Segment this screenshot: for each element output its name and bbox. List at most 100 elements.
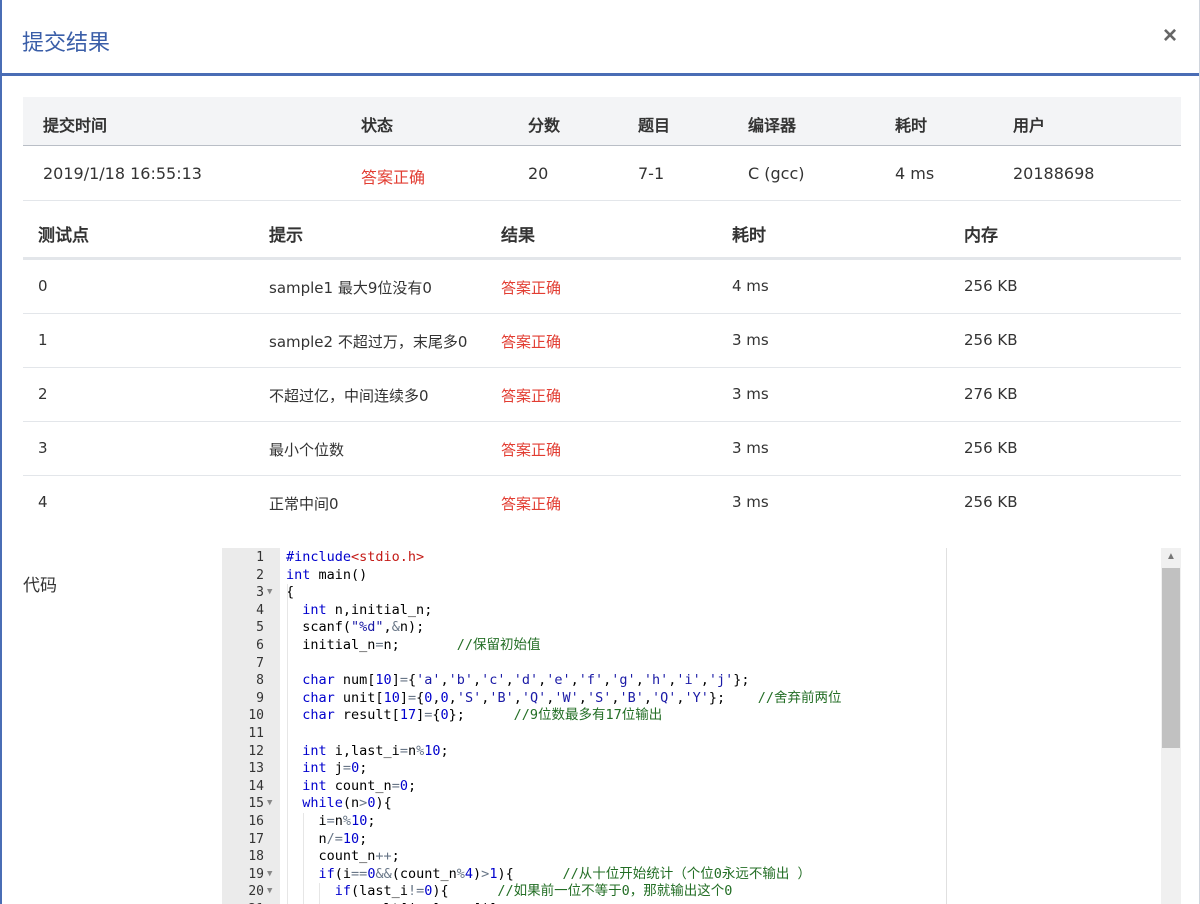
compiler: C (gcc) [748,164,805,183]
case-memory: 256 KB [964,439,1018,457]
status-accepted: 答案正确 [361,168,426,187]
case-hint: 最小个位数 [269,441,345,459]
case-result: 答案正确 [501,387,562,405]
fold-arrow-icon[interactable]: ▼ [267,883,272,901]
code-scrollbar[interactable]: ▲ [1161,548,1181,904]
indent-guide [303,813,304,904]
case-id: 0 [38,277,48,295]
code-text: int main() [286,566,368,583]
line-number: 1 [256,550,264,565]
line-number: 12 [248,743,264,759]
code-label: 代码 [23,576,57,596]
code-text: if(i==0&&(count_n%4)>1){ //从十位开始统计（个位0永远… [318,865,811,882]
code-text: char unit[10]={0,0,'S','B','Q','W','S','… [302,689,842,706]
code-text: int j=0; [302,760,368,777]
case-memory: 256 KB [964,331,1018,349]
dialog-title: 提交结果 [22,31,111,56]
case-hint: sample2 不超过万，末尾多0 [269,333,468,351]
fold-arrow-icon[interactable]: ▼ [267,795,272,813]
case-result: 答案正确 [501,495,562,513]
code-line: 15 ▼ while(n>0){ [222,795,946,813]
header-result: 结果 [501,226,535,246]
line-number: 13 [248,761,264,777]
header-memory: 内存 [964,226,998,246]
line-number: 4 [256,602,264,618]
code-text: char num[10]={'a','b','c','d','e','f','g… [302,672,750,689]
summary-row: 2019/1/18 16:55:13 答案正确 20 7-1 C (gcc) 4… [23,146,1181,201]
code-text: int i,last_i=n%10; [302,742,449,759]
case-time: 3 ms [732,439,769,457]
code-line: 9 char unit[10]={0,0,'S','B','Q','W','S'… [222,689,946,708]
case-memory: 256 KB [964,493,1018,511]
line-number: 6 [256,638,264,653]
line-number: 3 [256,585,264,601]
line-number: 2 [256,567,264,583]
line-number: 20 [248,884,264,900]
submission-summary-table: 提交时间 状态 分数 题目 编译器 耗时 用户 2019/1/18 16:55:… [23,97,1181,201]
header-status: 状态 [361,116,394,135]
header-case-time: 耗时 [732,226,766,246]
scroll-up-arrow-icon[interactable]: ▲ [1161,548,1181,566]
case-result: 答案正确 [501,333,562,351]
code-line: 2 int main() [222,566,946,585]
summary-header-row: 提交时间 状态 分数 题目 编译器 耗时 用户 [23,97,1181,146]
header-compiler: 编译器 [748,116,797,135]
line-number: 8 [256,673,264,689]
case-hint: 不超过亿，中间连续多0 [269,387,429,405]
case-result: 答案正确 [501,441,562,459]
case-time: 3 ms [732,385,769,403]
test-case-row: 0 sample1 最大9位没有0 答案正确 4 ms 256 KB [23,260,1181,314]
score: 20 [528,164,549,183]
case-time: 3 ms [732,331,769,349]
submission-result-dialog: 提交结果 × 提交时间 状态 分数 题目 编译器 耗时 用户 2019/1/18… [0,0,1200,904]
case-result: 答案正确 [501,279,562,297]
code-text: n/=10; [286,830,368,847]
code-line: 14 int count_n=0; [222,777,946,796]
case-time: 4 ms [732,277,769,295]
code-line: 5 scanf("%d",&n); [222,619,946,637]
code-line: 16 i=n%10; [222,813,946,831]
test-case-row: 3 最小个位数 答案正确 3 ms 256 KB [23,422,1181,476]
case-time: 3 ms [732,493,769,511]
problem-id[interactable]: 7-1 [638,164,664,183]
user[interactable]: 20188698 [1013,164,1094,183]
line-number: 15 [248,796,264,812]
fold-arrow-icon[interactable]: ▼ [267,866,272,884]
case-hint: 正常中间0 [269,495,339,513]
line-number: 14 [248,778,264,794]
code-editor[interactable]: 1 #include<stdio.h> 2 int main() 3 ▼{4 int n,… [222,548,947,904]
case-id: 1 [38,331,48,349]
line-number: 16 [248,814,264,829]
code-line: 4 int n,initial_n; [222,601,946,620]
code-line: 3 ▼{ [222,584,946,602]
code-text: int count_n=0; [302,777,417,794]
line-number: 11 [248,726,264,741]
indent-guide [287,584,288,904]
line-number: 9 [256,690,264,706]
header-problem: 题目 [638,116,671,135]
header-score: 分数 [528,116,561,135]
case-memory: 276 KB [964,385,1018,403]
code-text: while(n>0){ [302,795,392,812]
dialog-header: 提交结果 × [2,0,1199,76]
code-line: 7 [222,655,946,673]
code-text: if(last_i!=0){ //如果前一位不等于0，那就输出这个0 [334,883,733,900]
indent-guide [319,883,320,904]
code-text: int n,initial_n; [302,601,433,618]
scroll-thumb[interactable] [1162,568,1180,748]
run-time: 4 ms [895,164,935,183]
test-case-row: 2 不超过亿，中间连续多0 答案正确 3 ms 276 KB [23,368,1181,422]
close-button[interactable]: × [1163,24,1177,48]
test-case-header-row: 测试点 提示 结果 耗时 内存 [23,202,1181,260]
code-line: 12 int i,last_i=n%10; [222,742,946,761]
line-number: 18 [248,849,264,865]
code-line: 20 ▼ if(last_i!=0){ //如果前一位不等于0，那就输出这个0 [222,883,946,901]
case-hint: sample1 最大9位没有0 [269,279,432,297]
code-line: 17 n/=10; [222,830,946,849]
code-text: #include<stdio.h> [286,549,425,565]
fold-arrow-icon[interactable]: ▼ [267,584,272,602]
test-case-row: 1 sample2 不超过万，末尾多0 答案正确 3 ms 256 KB [23,314,1181,368]
line-number: 7 [256,655,264,671]
line-number: 10 [248,708,264,724]
header-test-point: 测试点 [38,226,89,246]
